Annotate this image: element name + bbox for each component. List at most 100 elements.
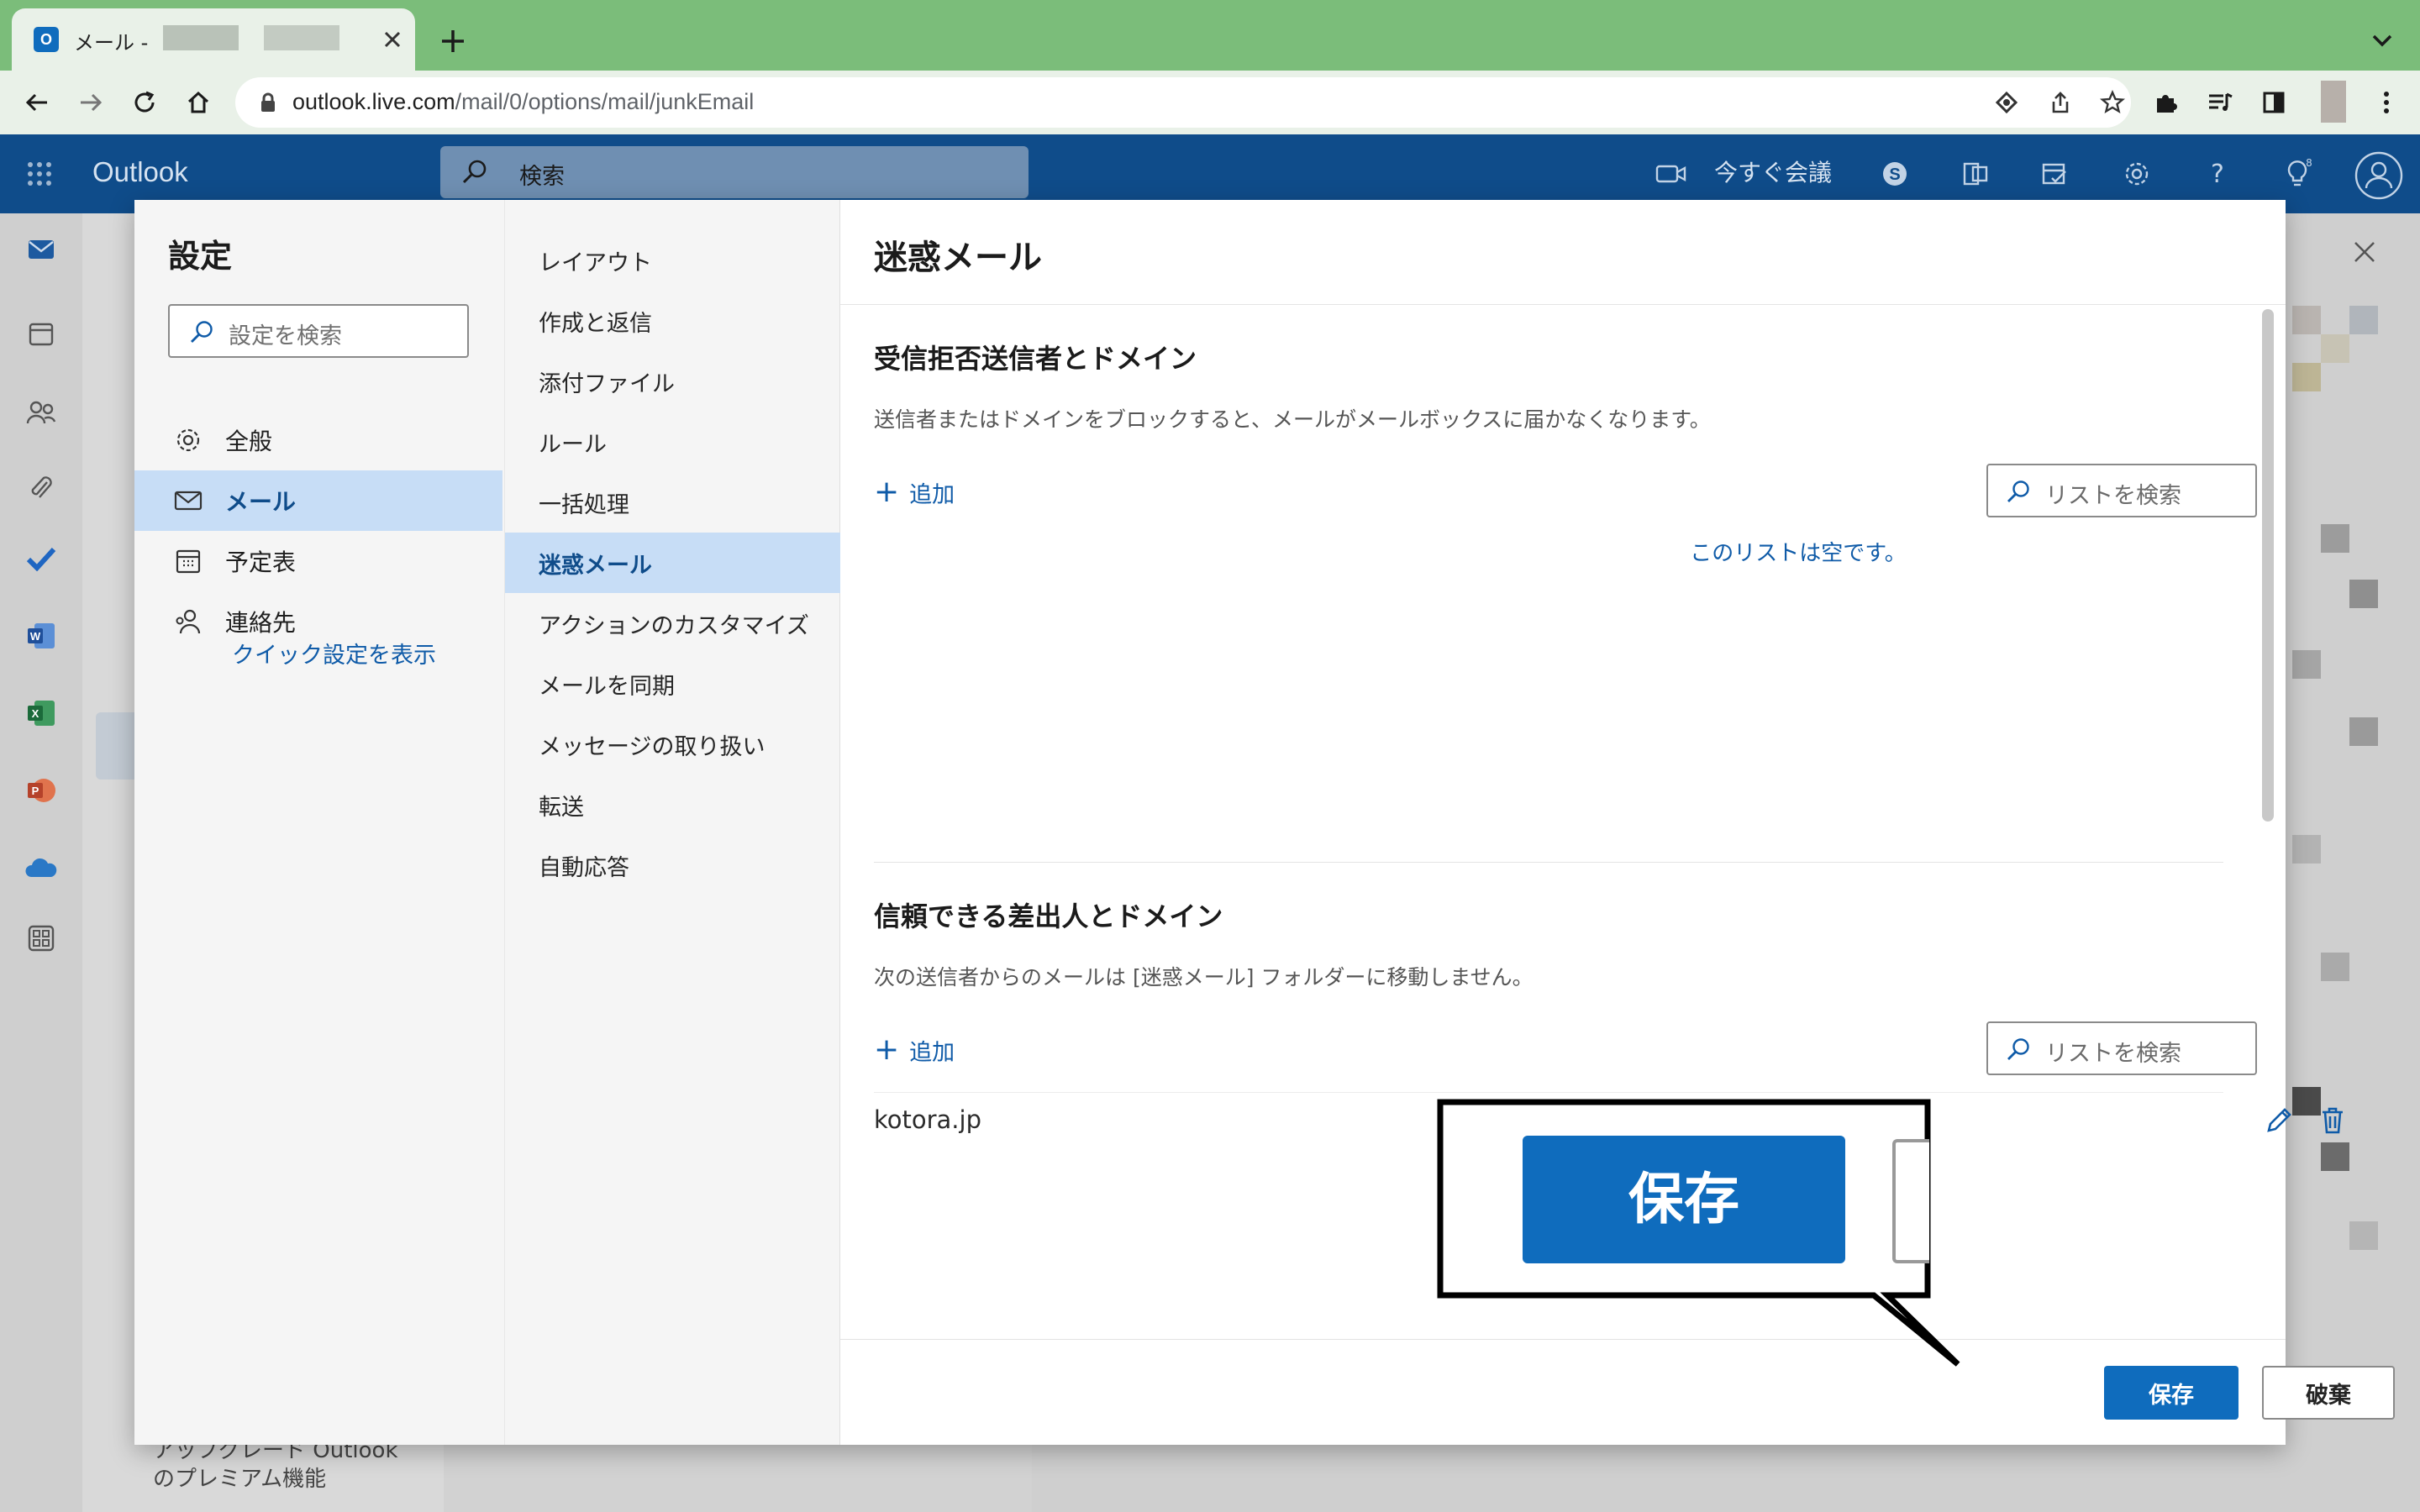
blurred-content <box>2321 524 2349 553</box>
new-tab-icon[interactable] <box>437 25 469 57</box>
reload-icon[interactable] <box>126 84 163 121</box>
safe-senders-title: 信頼できる差出人とドメイン <box>874 900 1223 932</box>
pane-scrollbar[interactable] <box>2262 309 2274 822</box>
search-icon <box>188 319 215 346</box>
extensions-puzzle-icon[interactable] <box>2148 84 2185 121</box>
blurred-content <box>2321 1142 2349 1171</box>
section-label: アクションのカスタマイズ <box>539 612 809 639</box>
mail-rail-icon[interactable] <box>18 227 64 272</box>
word-icon[interactable]: W <box>18 613 64 659</box>
safe-list-search-input[interactable]: リストを検索 <box>1986 1021 2257 1075</box>
section-label: ルール <box>539 431 607 458</box>
browser-tab[interactable]: O メール - <box>12 8 415 71</box>
help-icon[interactable]: ? <box>2196 153 2238 195</box>
section-layout[interactable]: レイアウト <box>505 230 841 291</box>
add-blocked-sender-button[interactable]: + 追加 <box>874 475 955 509</box>
lock-icon <box>259 92 277 113</box>
excel-icon[interactable]: X <box>18 690 64 736</box>
safe-sender-entry: kotora.jp <box>874 1105 981 1134</box>
add-label: 追加 <box>909 481 955 508</box>
blurred-content <box>2292 363 2321 391</box>
people-rail-icon[interactable] <box>18 390 64 435</box>
add-safe-sender-button[interactable]: + 追加 <box>874 1033 955 1067</box>
header-divider <box>840 304 2286 305</box>
discard-button[interactable]: 破棄 <box>2262 1366 2395 1420</box>
section-label: レイアウト <box>539 249 652 276</box>
address-bar[interactable]: outlook.live.com/mail/0/options/mail/jun… <box>235 77 2131 128</box>
blurred-content <box>2292 306 2321 334</box>
category-label: 予定表 <box>225 549 297 576</box>
settings-gear-icon[interactable] <box>2116 153 2158 195</box>
view-quick-settings-link[interactable]: クイック設定を表示 <box>232 637 436 669</box>
close-tab-icon[interactable] <box>378 25 407 54</box>
svg-text:W: W <box>30 630 41 643</box>
url-text: outlook.live.com/mail/0/options/mail/jun… <box>292 89 755 114</box>
add-label: 追加 <box>909 1039 955 1066</box>
meet-now-button[interactable]: 今すぐ会議 <box>1714 155 1832 188</box>
whats-new-lightbulb-icon[interactable]: 8 <box>2277 153 2319 195</box>
section-customize-actions[interactable]: アクションのカスタマイズ <box>505 593 841 654</box>
save-callout: 保存 <box>1437 1099 1960 1367</box>
app-install-icon[interactable] <box>1988 84 2025 121</box>
bookmark-star-icon[interactable] <box>2094 84 2131 121</box>
safe-senders-description: 次の送信者からのメールは [迷惑メール] フォルダーに移動しません。 <box>874 965 1534 990</box>
chevron-down-icon[interactable] <box>2370 30 2395 50</box>
outlook-brand[interactable]: Outlook <box>92 156 188 188</box>
premium-line-2: のプレミアム機能 <box>153 1467 327 1492</box>
more-apps-icon[interactable] <box>18 916 64 961</box>
footer-divider <box>840 1339 2286 1340</box>
category-label: メール <box>225 488 297 516</box>
video-icon[interactable] <box>1650 153 1692 195</box>
browser-menu-icon[interactable] <box>2368 84 2405 121</box>
close-icon[interactable] <box>2349 237 2380 267</box>
side-panel-icon[interactable] <box>2255 84 2292 121</box>
section-automatic-replies[interactable]: 自動応答 <box>505 835 841 895</box>
app-rail: W X P <box>0 213 82 1512</box>
reading-list-icon[interactable] <box>2202 84 2238 121</box>
category-calendar[interactable]: 予定表 <box>134 531 502 591</box>
section-attachments[interactable]: 添付ファイル <box>505 351 841 412</box>
section-label: 作成と返信 <box>539 310 652 337</box>
profile-avatar[interactable] <box>2321 81 2346 123</box>
delete-trash-icon[interactable] <box>2316 1104 2349 1137</box>
premium-upsell[interactable]: アップグレード Outlook のプレミアム機能 <box>153 1436 398 1494</box>
section-rules[interactable]: ルール <box>505 412 841 472</box>
mail-search-box[interactable]: 検索 <box>440 146 1028 198</box>
home-icon[interactable] <box>180 84 217 121</box>
my-day-icon[interactable] <box>2033 153 2075 195</box>
back-icon[interactable] <box>18 84 55 121</box>
section-forwarding[interactable]: 転送 <box>505 774 841 835</box>
svg-text:P: P <box>32 785 39 797</box>
share-icon[interactable] <box>2042 84 2079 121</box>
category-general[interactable]: 全般 <box>134 410 502 470</box>
office-icon[interactable] <box>1954 153 1996 195</box>
section-sweep[interactable]: 一括処理 <box>505 472 841 533</box>
todo-rail-icon[interactable] <box>18 536 64 581</box>
section-message-handling[interactable]: メッセージの取り扱い <box>505 714 841 774</box>
category-label: 連絡先 <box>225 609 297 637</box>
forward-icon[interactable] <box>72 84 109 121</box>
skype-icon[interactable]: S <box>1874 153 1916 195</box>
section-label: 添付ファイル <box>539 370 675 397</box>
save-button[interactable]: 保存 <box>2104 1366 2238 1420</box>
section-label: 自動応答 <box>539 854 629 881</box>
account-avatar-icon[interactable] <box>2353 150 2405 202</box>
section-sync-email[interactable]: メールを同期 <box>505 654 841 714</box>
browser-tab-strip: O メール - <box>0 0 2420 71</box>
attachment-rail-icon[interactable] <box>18 465 64 511</box>
settings-search-input[interactable]: 設定を検索 <box>168 304 469 358</box>
edit-pencil-icon[interactable] <box>2262 1104 2296 1137</box>
powerpoint-icon[interactable]: P <box>18 768 64 813</box>
section-label: 一括処理 <box>539 491 629 518</box>
onedrive-icon[interactable] <box>18 845 64 890</box>
section-compose-reply[interactable]: 作成と返信 <box>505 291 841 351</box>
section-label: メールを同期 <box>539 673 675 700</box>
section-junk-email[interactable]: 迷惑メール <box>505 533 841 593</box>
settings-categories: 設定 設定を検索 全般 メール 予定表 連絡先 クイック設定を表示 <box>134 200 504 1445</box>
blurred-content <box>2321 953 2349 981</box>
app-launcher-icon[interactable] <box>18 153 60 195</box>
discard-button-preview <box>1892 1139 1929 1263</box>
calendar-rail-icon[interactable] <box>18 311 64 356</box>
blocked-list-search-input[interactable]: リストを検索 <box>1986 464 2257 517</box>
category-mail[interactable]: メール <box>134 470 502 531</box>
